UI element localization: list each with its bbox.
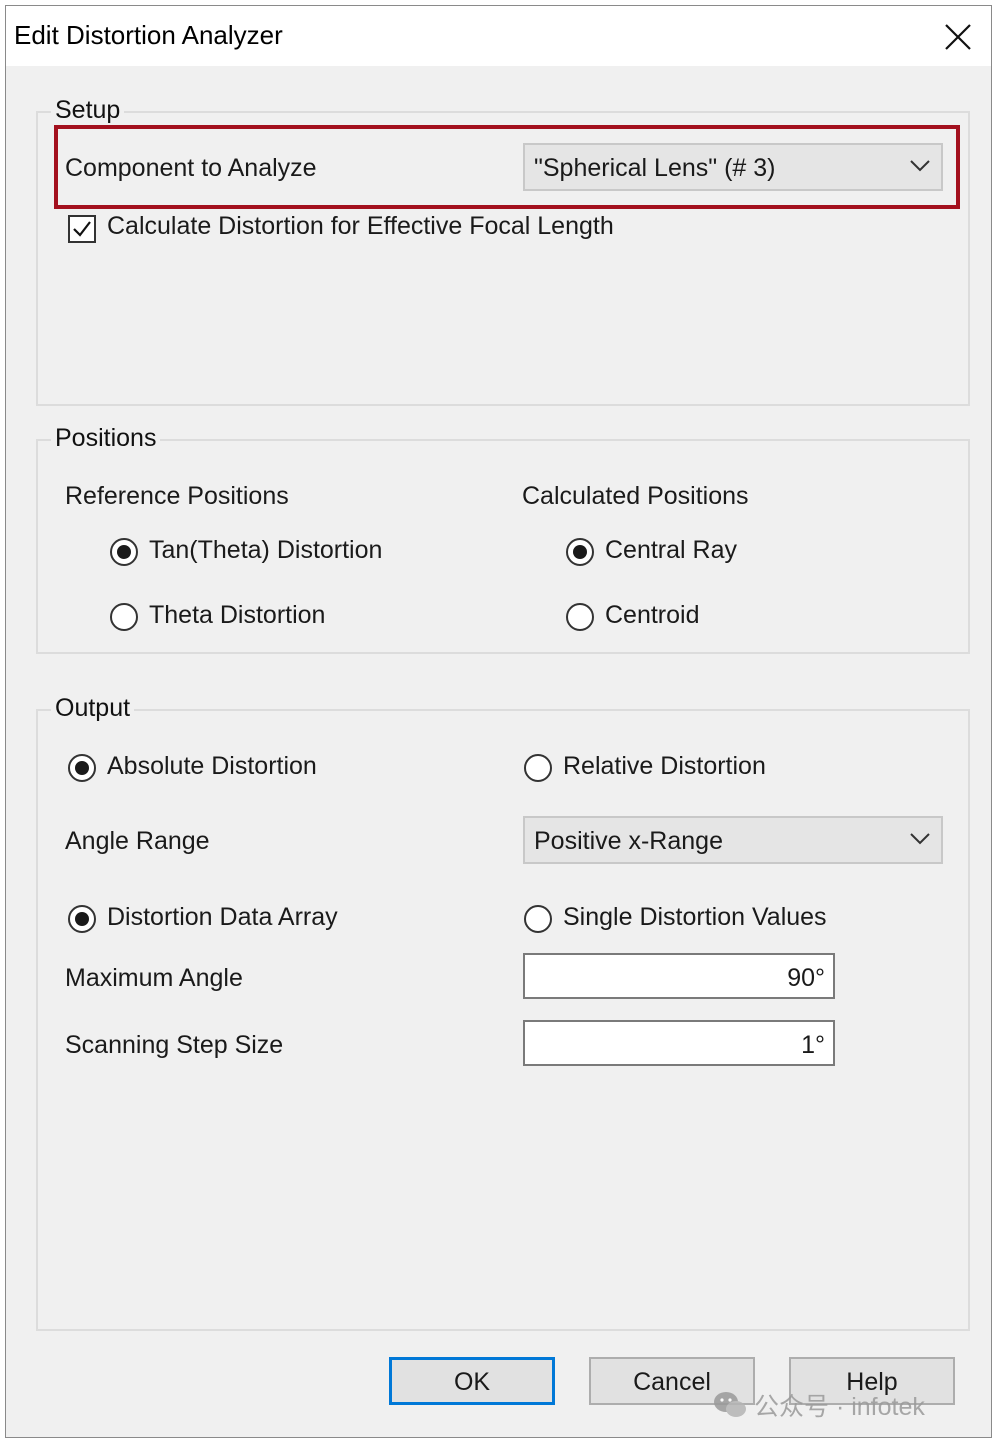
relative-distortion-label: Relative Distortion: [563, 752, 766, 780]
maximum-angle-input[interactable]: 90°: [523, 953, 835, 999]
scanning-step-size-input[interactable]: 1°: [523, 1020, 835, 1066]
central-ray-label: Central Ray: [605, 536, 737, 564]
highlight-annotation-box: [54, 125, 960, 209]
watermark-text: 公众号 · infotek: [754, 1393, 925, 1421]
ok-button[interactable]: OK: [389, 1357, 555, 1405]
close-icon: [945, 24, 971, 50]
single-distortion-values-label: Single Distortion Values: [563, 903, 827, 931]
radio-central-ray[interactable]: [566, 538, 594, 566]
window-title: Edit Distortion Analyzer: [14, 20, 283, 50]
angle-range-select-value: Positive x-Range: [534, 827, 723, 855]
close-button[interactable]: [935, 14, 981, 60]
angle-range-label: Angle Range: [65, 827, 210, 855]
radio-relative-distortion[interactable]: [524, 754, 552, 782]
positions-legend: Positions: [51, 424, 161, 453]
scanning-step-size-label: Scanning Step Size: [65, 1031, 284, 1059]
title-bar: Edit Distortion Analyzer: [6, 6, 991, 66]
wechat-icon: [714, 1392, 746, 1417]
effective-focal-label: Calculate Distortion for Effective Focal…: [107, 212, 614, 240]
radio-absolute-distortion[interactable]: [68, 754, 96, 782]
tan-theta-distortion-label: Tan(Theta) Distortion: [149, 536, 383, 564]
chevron-down-icon: [910, 833, 930, 845]
distortion-data-array-label: Distortion Data Array: [107, 903, 338, 931]
watermark: 公众号 · infotek: [712, 1388, 925, 1422]
setup-legend: Setup: [51, 96, 125, 125]
reference-positions-header: Reference Positions: [65, 482, 289, 510]
dialog-window: Edit Distortion Analyzer Setup Component…: [5, 5, 992, 1438]
maximum-angle-value: 90°: [787, 964, 825, 992]
angle-range-select[interactable]: Positive x-Range: [523, 816, 943, 864]
checkmark-icon: [73, 221, 91, 237]
calculated-positions-header: Calculated Positions: [522, 482, 749, 510]
radio-distortion-data-array[interactable]: [68, 905, 96, 933]
radio-tan-theta-distortion[interactable]: [110, 538, 138, 566]
radio-centroid[interactable]: [566, 603, 594, 631]
scanning-step-size-value: 1°: [801, 1031, 825, 1059]
output-legend: Output: [51, 694, 135, 723]
theta-distortion-label: Theta Distortion: [149, 601, 326, 629]
maximum-angle-label: Maximum Angle: [65, 964, 243, 992]
effective-focal-checkbox[interactable]: [68, 215, 96, 243]
radio-single-distortion-values[interactable]: [524, 905, 552, 933]
absolute-distortion-label: Absolute Distortion: [107, 752, 317, 780]
centroid-label: Centroid: [605, 601, 700, 629]
radio-theta-distortion[interactable]: [110, 603, 138, 631]
